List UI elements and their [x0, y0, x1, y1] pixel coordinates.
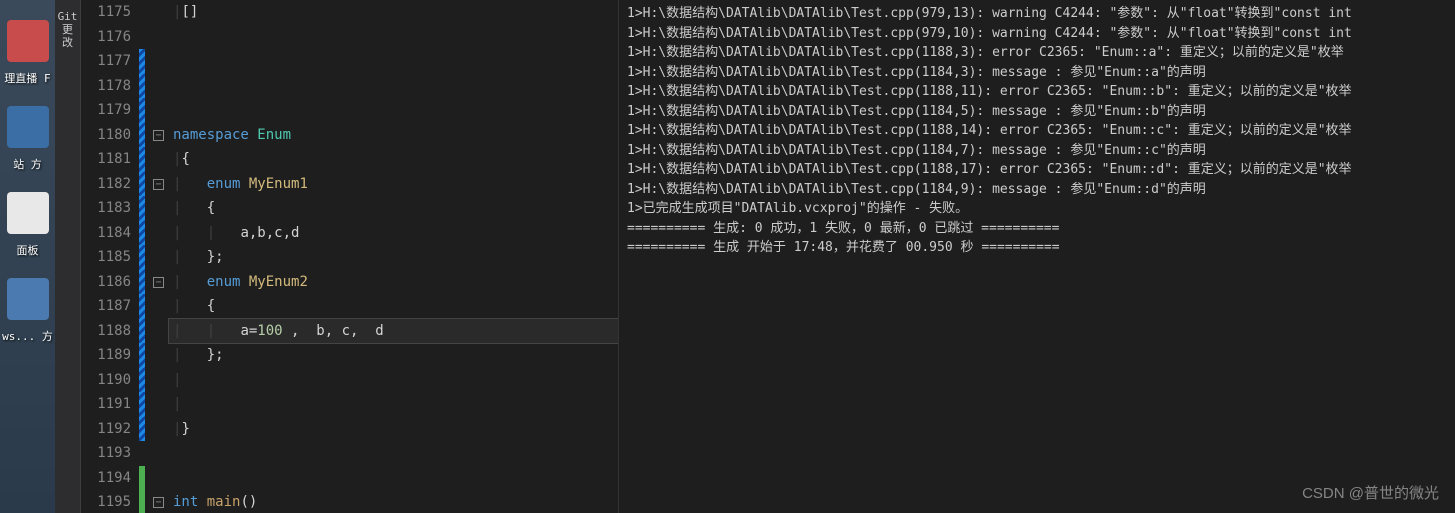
code-line[interactable]	[169, 25, 618, 50]
desktop-shortcut-label: ws... 方	[0, 328, 55, 344]
code-line[interactable]: |}	[169, 417, 618, 442]
line-number: 1176	[81, 25, 131, 50]
output-line: 1>H:\数据结构\DATAlib\DATAlib\Test.cpp(979,1…	[627, 24, 1447, 44]
line-number-gutter: 1175117611771178117911801181118211831184…	[81, 0, 139, 513]
desktop-shortcut-label: 站 方	[0, 156, 55, 172]
fold-gutter: − − − −	[149, 0, 169, 513]
change-mark	[139, 466, 145, 491]
line-number: 1193	[81, 441, 131, 466]
change-mark	[139, 221, 145, 246]
code-line[interactable]: | };	[169, 245, 618, 270]
desktop-shortcut-label: 面板	[0, 242, 55, 258]
code-line[interactable]: |{	[169, 147, 618, 172]
code-line[interactable]	[169, 441, 618, 466]
change-mark	[139, 417, 145, 442]
line-number: 1195	[81, 490, 131, 513]
output-line: 1>H:\数据结构\DATAlib\DATAlib\Test.cpp(1184,…	[627, 102, 1447, 122]
change-mark	[139, 490, 145, 513]
change-mark	[139, 49, 145, 74]
code-line[interactable]: | enum MyEnum1	[169, 172, 618, 197]
code-line[interactable]: int main()	[169, 490, 618, 513]
change-mark	[139, 319, 145, 344]
code-editor[interactable]: 1175117611771178117911801181118211831184…	[81, 0, 618, 513]
output-line: 1>H:\数据结构\DATAlib\DATAlib\Test.cpp(1184,…	[627, 180, 1447, 200]
code-line[interactable]	[169, 74, 618, 99]
output-line: 1>H:\数据结构\DATAlib\DATAlib\Test.cpp(979,1…	[627, 4, 1447, 24]
code-line[interactable]: |	[169, 392, 618, 417]
change-mark	[139, 147, 145, 172]
change-indicator-bar	[139, 0, 149, 513]
code-line[interactable]	[169, 466, 618, 491]
change-mark	[139, 196, 145, 221]
output-line: 1>H:\数据结构\DATAlib\DATAlib\Test.cpp(1188,…	[627, 82, 1447, 102]
line-number: 1178	[81, 74, 131, 99]
code-line[interactable]: | {	[169, 294, 618, 319]
desktop-shortcut-icon[interactable]	[7, 106, 49, 148]
change-mark	[139, 172, 145, 197]
change-mark	[139, 294, 145, 319]
line-number: 1190	[81, 368, 131, 393]
change-mark	[139, 74, 145, 99]
code-line[interactable]: | | a=100 , b, c, d	[169, 319, 618, 344]
sidebar-tab-git[interactable]: Git 更改	[55, 4, 80, 56]
desktop-shortcut-icon[interactable]	[7, 20, 49, 62]
code-line[interactable]	[169, 98, 618, 123]
line-number: 1184	[81, 221, 131, 246]
output-line: 1>H:\数据结构\DATAlib\DATAlib\Test.cpp(1188,…	[627, 43, 1447, 63]
code-line[interactable]: | {	[169, 196, 618, 221]
line-number: 1188	[81, 319, 131, 344]
fold-toggle-icon[interactable]: −	[153, 497, 164, 508]
code-line[interactable]	[169, 49, 618, 74]
fold-toggle-icon[interactable]: −	[153, 130, 164, 141]
line-number: 1186	[81, 270, 131, 295]
output-line: ========== 生成 开始于 17:48，并花费了 00.950 秒 ==…	[627, 238, 1447, 258]
line-number: 1194	[81, 466, 131, 491]
line-number: 1180	[81, 123, 131, 148]
code-line[interactable]: |[]	[169, 0, 618, 25]
change-mark	[139, 270, 145, 295]
watermark-text: CSDN @普世的微光	[1302, 482, 1439, 503]
output-line: 1>H:\数据结构\DATAlib\DATAlib\Test.cpp(1184,…	[627, 63, 1447, 83]
output-line: 1>已完成生成项目"DATAlib.vcxproj"的操作 - 失败。	[627, 199, 1447, 219]
change-mark	[139, 98, 145, 123]
code-line[interactable]: namespace Enum	[169, 123, 618, 148]
line-number: 1181	[81, 147, 131, 172]
code-text-area[interactable]: |[]namespace Enum|{| enum MyEnum1| {| | …	[169, 0, 618, 513]
code-line[interactable]: | enum MyEnum2	[169, 270, 618, 295]
desktop-background: 理直播 F 站 方 面板 ws... 方	[0, 0, 55, 513]
fold-toggle-icon[interactable]: −	[153, 277, 164, 288]
desktop-shortcut-icon[interactable]	[7, 278, 49, 320]
line-number: 1189	[81, 343, 131, 368]
line-number: 1182	[81, 172, 131, 197]
change-mark	[139, 245, 145, 270]
fold-toggle-icon[interactable]: −	[153, 179, 164, 190]
code-line[interactable]: | | a,b,c,d	[169, 221, 618, 246]
change-mark	[139, 368, 145, 393]
code-line[interactable]: | };	[169, 343, 618, 368]
build-output-panel[interactable]: 1>H:\数据结构\DATAlib\DATAlib\Test.cpp(979,1…	[618, 0, 1455, 513]
line-number: 1185	[81, 245, 131, 270]
output-line: 1>H:\数据结构\DATAlib\DATAlib\Test.cpp(1188,…	[627, 121, 1447, 141]
line-number: 1192	[81, 417, 131, 442]
output-line: 1>H:\数据结构\DATAlib\DATAlib\Test.cpp(1188,…	[627, 160, 1447, 180]
line-number: 1177	[81, 49, 131, 74]
desktop-shortcut-label: 理直播 F	[0, 70, 55, 86]
output-line: ========== 生成: 0 成功，1 失败，0 最新，0 已跳过 ====…	[627, 219, 1447, 239]
ide-sidebar: Git 更改	[55, 0, 81, 513]
desktop-shortcut-icon[interactable]	[7, 192, 49, 234]
line-number: 1179	[81, 98, 131, 123]
line-number: 1175	[81, 0, 131, 25]
change-mark	[139, 123, 145, 148]
change-mark	[139, 392, 145, 417]
line-number: 1191	[81, 392, 131, 417]
code-line[interactable]: |	[169, 368, 618, 393]
line-number: 1183	[81, 196, 131, 221]
output-line: 1>H:\数据结构\DATAlib\DATAlib\Test.cpp(1184,…	[627, 141, 1447, 161]
line-number: 1187	[81, 294, 131, 319]
change-mark	[139, 343, 145, 368]
